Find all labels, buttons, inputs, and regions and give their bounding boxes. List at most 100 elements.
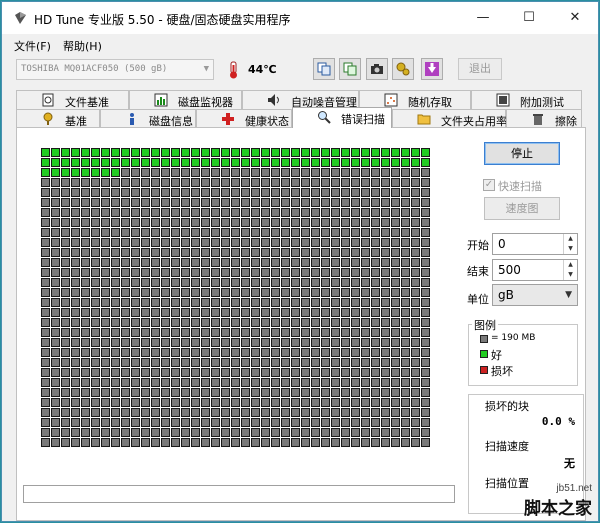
- tab-disk-monitor[interactable]: 磁盘监视器: [129, 90, 242, 109]
- scan-block-pending: [281, 318, 290, 327]
- scan-block-pending: [81, 288, 90, 297]
- scan-block-pending: [401, 298, 410, 307]
- scan-block-pending: [381, 328, 390, 337]
- close-button[interactable]: ✕: [552, 2, 598, 34]
- scan-block-pending: [381, 228, 390, 237]
- scan-block-good: [121, 158, 130, 167]
- scan-block-pending: [311, 228, 320, 237]
- scan-block-pending: [111, 288, 120, 297]
- good-swatch: [480, 350, 488, 358]
- scan-block-pending: [321, 198, 330, 207]
- scan-block-pending: [201, 388, 210, 397]
- scan-block-pending: [391, 368, 400, 377]
- scan-block-pending: [171, 268, 180, 277]
- scan-block-good: [391, 158, 400, 167]
- exit-button[interactable]: 退出: [458, 58, 502, 80]
- scan-block-pending: [291, 388, 300, 397]
- scan-block-pending: [61, 268, 70, 277]
- scan-block-pending: [201, 178, 210, 187]
- scan-block-pending: [241, 238, 250, 247]
- scan-block-pending: [121, 338, 130, 347]
- end-input[interactable]: 500 ▲ ▼: [492, 259, 578, 281]
- scan-block-pending: [201, 198, 210, 207]
- scan-block-pending: [341, 298, 350, 307]
- maximize-button[interactable]: ☐: [506, 2, 552, 34]
- scan-block-pending: [381, 358, 390, 367]
- scan-block-pending: [311, 188, 320, 197]
- scan-block-pending: [401, 408, 410, 417]
- scan-block-pending: [141, 428, 150, 437]
- scan-block-pending: [211, 338, 220, 347]
- scan-block-pending: [131, 368, 140, 377]
- scan-block-pending: [371, 188, 380, 197]
- scan-block-pending: [291, 308, 300, 317]
- scan-block-pending: [51, 178, 60, 187]
- scan-block-pending: [231, 428, 240, 437]
- scan-block-pending: [41, 388, 50, 397]
- menu-help[interactable]: 帮助(H): [63, 38, 102, 54]
- scan-block-pending: [201, 318, 210, 327]
- scan-block-pending: [111, 258, 120, 267]
- scan-block-pending: [91, 418, 100, 427]
- screenshot-button[interactable]: [366, 58, 388, 80]
- spin-down-icon[interactable]: ▼: [564, 270, 577, 280]
- scan-block-good: [161, 158, 170, 167]
- scan-block-pending: [361, 248, 370, 257]
- tab-disk-info[interactable]: 磁盘信息: [100, 109, 196, 128]
- scan-block-pending: [161, 358, 170, 367]
- end-spinner[interactable]: ▲ ▼: [563, 260, 577, 280]
- scan-block-pending: [71, 258, 80, 267]
- copy-info-button[interactable]: [313, 58, 335, 80]
- tab-folder-usage[interactable]: 文件夹占用率: [392, 109, 507, 128]
- scan-block-pending: [271, 378, 280, 387]
- menu-file[interactable]: 文件(F): [14, 38, 51, 54]
- copy-screenshot-button[interactable]: [339, 58, 361, 80]
- scan-block-pending: [71, 388, 80, 397]
- scan-block-good: [51, 148, 60, 157]
- unit-select[interactable]: gB ▼: [492, 284, 578, 306]
- spin-down-icon[interactable]: ▼: [564, 244, 577, 254]
- tab-erase[interactable]: 擦除: [506, 109, 582, 128]
- speed-map-button[interactable]: 速度图: [484, 197, 560, 220]
- spin-up-icon[interactable]: ▲: [564, 234, 577, 244]
- scan-block-pending: [161, 208, 170, 217]
- tab-error-scan[interactable]: 错误扫描: [292, 107, 392, 128]
- save-button[interactable]: [421, 58, 443, 80]
- scan-block-pending: [381, 168, 390, 177]
- scan-block-pending: [81, 218, 90, 227]
- scan-block-pending: [81, 378, 90, 387]
- scan-block-pending: [361, 348, 370, 357]
- scan-block-pending: [391, 358, 400, 367]
- tab-extra-tests[interactable]: 附加测试: [471, 90, 582, 109]
- scan-block-pending: [181, 198, 190, 207]
- scan-speed-value: 无: [564, 457, 575, 470]
- scan-block-pending: [281, 228, 290, 237]
- scan-block-pending: [141, 348, 150, 357]
- stop-button[interactable]: 停止: [484, 142, 560, 165]
- drive-select[interactable]: TOSHIBA MQ01ACF050 (500 gB) ▼: [16, 59, 214, 80]
- scan-block-pending: [151, 408, 160, 417]
- start-input[interactable]: 0 ▲ ▼: [492, 233, 578, 255]
- spin-up-icon[interactable]: ▲: [564, 260, 577, 270]
- scan-block-pending: [291, 398, 300, 407]
- tab-file-benchmark[interactable]: 文件基准: [16, 90, 129, 109]
- scan-block-pending: [171, 258, 180, 267]
- scan-block-pending: [371, 408, 380, 417]
- scan-block-pending: [311, 328, 320, 337]
- minimize-button[interactable]: —: [460, 2, 506, 34]
- options-button[interactable]: [392, 58, 414, 80]
- scan-block-good: [421, 158, 430, 167]
- scan-block-pending: [301, 228, 310, 237]
- scan-block-pending: [301, 438, 310, 447]
- scan-block-pending: [341, 218, 350, 227]
- scan-block-pending: [121, 438, 130, 447]
- scan-block-pending: [91, 208, 100, 217]
- scan-block-pending: [141, 338, 150, 347]
- scan-block-pending: [421, 288, 430, 297]
- tab-benchmark[interactable]: 基准: [16, 109, 100, 128]
- scan-block-pending: [141, 398, 150, 407]
- scan-block-pending: [301, 168, 310, 177]
- scan-block-good: [331, 158, 340, 167]
- tab-health[interactable]: 健康状态: [196, 109, 292, 128]
- start-spinner[interactable]: ▲ ▼: [563, 234, 577, 254]
